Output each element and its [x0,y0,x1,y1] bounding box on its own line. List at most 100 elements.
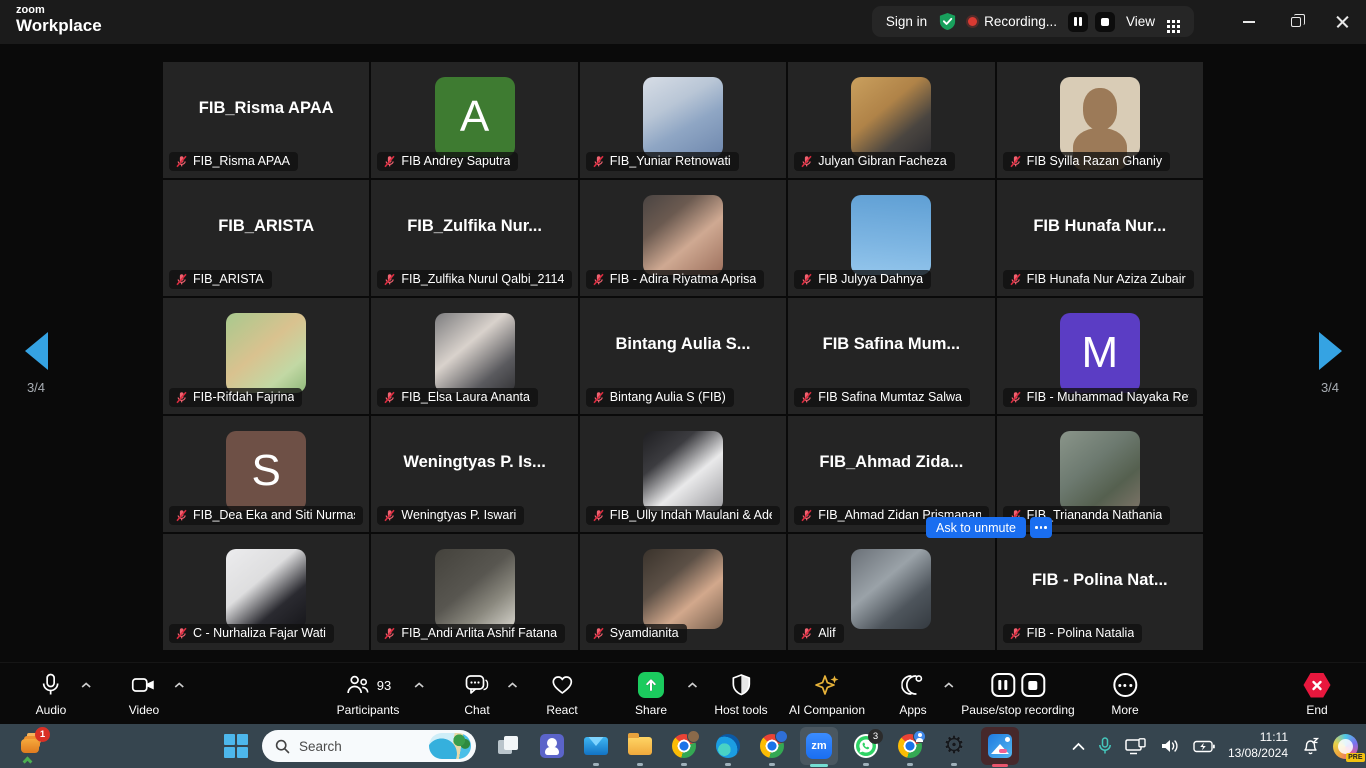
share-options-caret[interactable] [687,682,698,689]
mail-button[interactable] [574,724,618,768]
settings-button[interactable]: ⚙ [932,724,976,768]
participant-name-text: Julyan Gibran Facheza [818,154,947,168]
pause-stop-recording-button[interactable]: Pause/stop recording [961,672,1074,717]
muted-mic-icon [175,155,188,168]
teams-button[interactable] [530,724,574,768]
audio-options-caret[interactable] [81,682,92,689]
prev-arrow-icon[interactable] [25,332,48,370]
participant-tile[interactable]: FIB - Adira Riyatma Aprisa [580,180,786,296]
close-button[interactable] [1319,0,1366,44]
photos-app-button[interactable] [976,724,1024,768]
stop-recording-icon[interactable] [1095,12,1115,32]
tray-display-icon[interactable] [1125,738,1147,755]
participant-tile[interactable]: A FIB Andrey Saputra [371,62,577,178]
tray-notifications-bell-icon[interactable] [1301,737,1320,756]
participant-tile[interactable]: FIB-Rifdah Fajrina [163,298,369,414]
share-button[interactable]: Share [635,672,667,717]
pause-recording-toolbar-icon[interactable] [991,673,1015,697]
participant-more-options-button[interactable] [1030,517,1052,538]
participant-tile[interactable]: Julyan Gibran Facheza [788,62,994,178]
restore-button[interactable] [1272,0,1319,44]
participant-name-text: Syamdianita [610,626,679,640]
video-button[interactable]: Video [129,672,159,717]
more-button[interactable]: More [1111,672,1138,717]
participants-options-caret[interactable] [414,682,425,689]
participant-tile[interactable]: FIB - Polina Nat... FIB - Polina Natalia [997,534,1203,650]
participant-tile[interactable]: Syamdianita [580,534,786,650]
mail-icon [584,737,608,755]
chrome-icon [672,734,696,758]
whatsapp-button[interactable]: 3 [844,724,888,768]
participant-tile[interactable]: FIB Julyya Dahnya [788,180,994,296]
task-view-button[interactable] [486,724,530,768]
participants-button[interactable]: 93 Participants [337,672,400,717]
share-label: Share [635,703,667,717]
host-tools-button[interactable]: Host tools [714,672,767,717]
participant-tile[interactable]: FIB_ARISTA FIB_ARISTA [163,180,369,296]
audio-button[interactable]: Audio [36,672,67,717]
participant-tile[interactable]: S FIB_Dea Eka and Siti Nurmasyi... [163,416,369,532]
participant-name-badge: FIB_Risma APAA [169,152,298,171]
next-arrow-icon[interactable] [1319,332,1342,370]
participant-avatar [435,549,515,629]
end-meeting-button[interactable]: End [1304,672,1331,717]
participant-tile[interactable]: FIB_Andi Arlita Ashif Fatana [371,534,577,650]
video-options-caret[interactable] [174,682,185,689]
tray-volume-icon[interactable] [1160,738,1180,754]
tray-overflow-chevron-icon[interactable] [1072,742,1085,751]
copilot-icon[interactable]: PRE [1333,734,1358,759]
participant-tile[interactable]: Alif [788,534,994,650]
taskbar-notification-app[interactable]: 1 [18,731,48,761]
muted-mic-icon [592,391,605,404]
ask-to-unmute-button[interactable]: Ask to unmute [926,517,1026,538]
participant-tile[interactable]: C - Nurhaliza Fajar Wati [163,534,369,650]
chat-button[interactable]: Chat [464,672,490,717]
participant-tile[interactable]: FIB_Triananda Nathania [997,416,1203,532]
participant-tile[interactable]: FIB_Zulfika Nur... FIB_Zulfika Nurul Qal… [371,180,577,296]
view-button[interactable]: View [1126,14,1180,29]
edge-button[interactable] [706,724,750,768]
participant-tile[interactable]: M FIB - Muhammad Nayaka Rey... [997,298,1203,414]
security-shield-icon[interactable] [938,12,957,31]
pause-recording-icon[interactable] [1068,12,1088,32]
chrome-profile1-button[interactable] [662,724,706,768]
gallery-next-page[interactable]: 3/4 [1300,332,1360,395]
chat-options-caret[interactable] [507,682,518,689]
react-button[interactable]: React [546,672,577,717]
photos-active-highlight [981,727,1019,765]
chrome-profile2-button[interactable] [750,724,794,768]
participant-tile[interactable]: FIB_Elsa Laura Ananta [371,298,577,414]
ai-companion-button[interactable]: AI Companion [789,672,865,717]
gallery-prev-page[interactable]: 3/4 [6,332,66,395]
participant-tile[interactable]: FIB_Ahmad Zida... FIB_Ahmad Zidan Prisma… [788,416,994,532]
taskbar-app-icons: zm 3 ⚙ [486,724,1024,768]
participant-name-text: FIB_Andi Arlita Ashif Fatana [401,626,557,640]
participant-tile[interactable]: FIB Syilla Razan Ghaniy [997,62,1203,178]
photos-app-icon [988,734,1012,758]
apps-options-caret[interactable] [943,682,954,689]
stop-recording-toolbar-icon[interactable] [1021,673,1045,697]
participant-tile[interactable]: Bintang Aulia S... Bintang Aulia S (FIB) [580,298,786,414]
participant-tile[interactable]: Weningtyas P. Is... Weningtyas P. Iswari [371,416,577,532]
tray-microphone-icon[interactable] [1098,737,1112,755]
participant-tile[interactable]: FIB Safina Mum... FIB Safina Mumtaz Salw… [788,298,994,414]
minimize-button[interactable] [1225,0,1272,44]
participant-tile[interactable]: FIB_Ully Indah Maulani & Adel... [580,416,786,532]
participant-tile[interactable]: FIB_Risma APAA FIB_Risma APAA [163,62,369,178]
participant-tile[interactable]: FIB Hunafa Nur... FIB Hunafa Nur Aziza Z… [997,180,1203,296]
participant-name-badge: FIB_Zulfika Nurul Qalbi_21140... [377,270,571,289]
file-explorer-button[interactable] [618,724,662,768]
chrome-profile-badge [687,730,700,743]
participant-tile[interactable]: FIB_Yuniar Retnowati [580,62,786,178]
chrome-profile3-button[interactable] [888,724,932,768]
apps-button[interactable]: Apps [899,672,926,717]
search-input[interactable]: Search [262,730,476,762]
sign-in-button[interactable]: Sign in [886,14,927,29]
participant-name-badge: FIB-Rifdah Fajrina [169,388,302,407]
tray-clock[interactable]: 11:11 13/08/2024 [1228,730,1288,761]
search-daily-image[interactable] [429,733,471,759]
tray-battery-icon[interactable] [1193,740,1215,753]
ai-companion-label: AI Companion [789,703,865,717]
start-button[interactable] [224,734,248,758]
zoom-app-button[interactable]: zm [794,724,844,768]
